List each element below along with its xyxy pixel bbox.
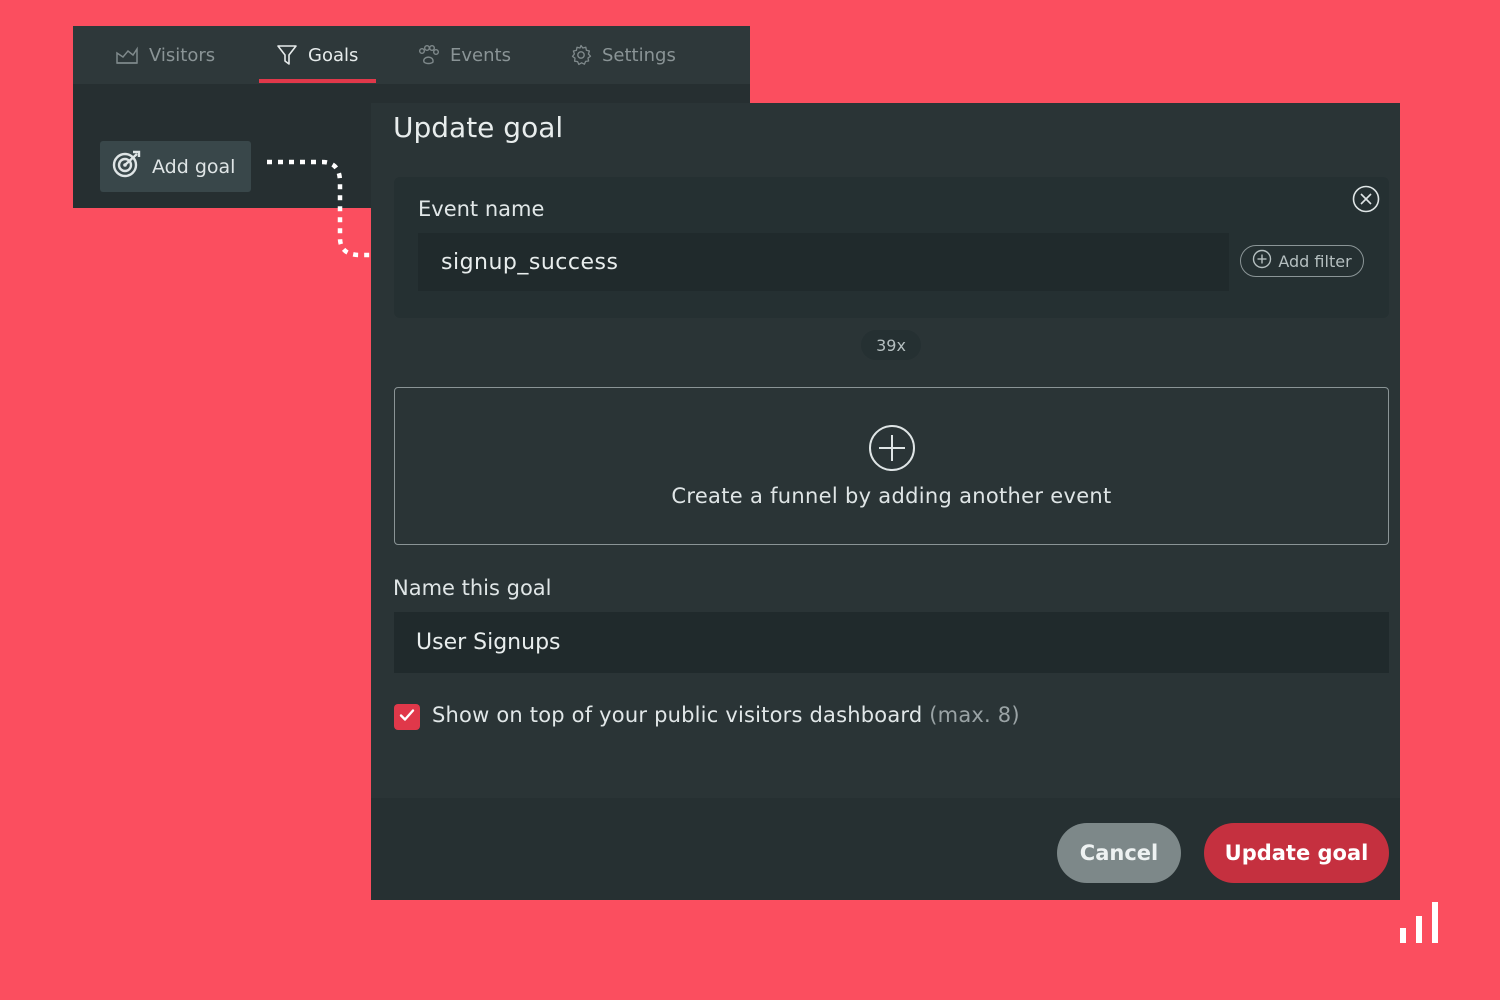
goal-name-label: Name this goal [393,576,552,600]
gear-icon [570,44,592,66]
tab-visitors[interactable]: Visitors [115,26,215,84]
remove-event-icon[interactable] [1352,185,1380,217]
plus-circle-icon [1252,249,1272,273]
show-on-dashboard-label: Show on top of your public visitors dash… [432,703,1020,727]
bar-chart-logo-icon [1400,902,1438,943]
paw-icon [416,44,440,66]
show-on-dashboard-checkbox[interactable] [394,704,420,730]
tab-label: Settings [602,44,676,66]
modal-title: Update goal [393,111,564,144]
checkbox-label-text: Show on top of your public visitors dash… [432,703,923,727]
tab-goals[interactable]: Goals [276,26,358,84]
tab-label: Events [450,44,511,66]
active-tab-indicator [259,79,376,83]
event-card: Event name signup_success Add filter [394,177,1389,318]
tab-events[interactable]: Events [416,26,511,84]
add-funnel-step-button[interactable]: Create a funnel by adding another event [394,387,1389,545]
event-count-badge: 39x [861,330,921,360]
target-icon [112,149,142,184]
modal-footer: Cancel Update goal [371,798,1400,900]
tab-bar: Visitors Goals Events Settings [73,26,750,84]
tab-settings[interactable]: Settings [570,26,676,84]
checkmark-icon [398,706,416,728]
funnel-hint: Create a funnel by adding another event [671,484,1112,508]
add-goal-label: Add goal [152,155,236,178]
update-goal-modal: Update goal Event name signup_success Ad… [371,103,1400,900]
tab-label: Visitors [149,44,216,66]
funnel-icon [276,44,298,66]
add-filter-button[interactable]: Add filter [1240,245,1364,277]
update-goal-button[interactable]: Update goal [1204,823,1389,883]
add-filter-label: Add filter [1278,251,1352,271]
chart-area-icon [115,45,139,65]
add-goal-button[interactable]: Add goal [100,141,251,192]
event-name-label: Event name [418,197,545,221]
checkbox-hint: (max. 8) [929,703,1020,727]
tab-label: Goals [308,44,359,66]
cancel-button[interactable]: Cancel [1057,823,1181,883]
plus-circle-icon [868,424,916,476]
goal-name-input[interactable]: User Signups [394,612,1389,673]
event-name-input[interactable]: signup_success [418,233,1229,291]
